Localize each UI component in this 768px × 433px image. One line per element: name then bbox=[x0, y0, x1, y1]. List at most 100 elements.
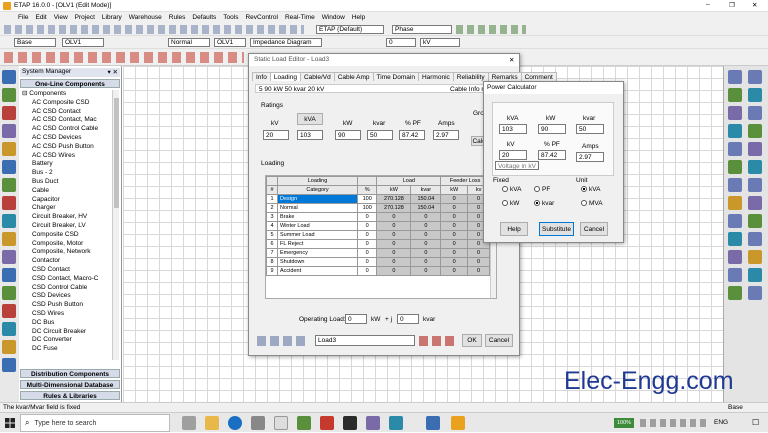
pc-kvar-field[interactable]: 50 bbox=[576, 124, 604, 134]
menu-help[interactable]: Help bbox=[352, 14, 365, 21]
tab-loading[interactable]: Loading bbox=[269, 72, 301, 81]
distribution-components-section[interactable]: Distribution Components bbox=[20, 369, 120, 378]
toolbox-icon[interactable] bbox=[728, 88, 742, 102]
toolbox-icon[interactable] bbox=[748, 124, 762, 138]
table-row[interactable]: 4 Winter Load 0 0 0 0 0 bbox=[266, 221, 490, 231]
row-category[interactable]: Design bbox=[277, 194, 359, 204]
row-percent[interactable]: 0 bbox=[357, 257, 378, 267]
system-tray-icons[interactable] bbox=[640, 419, 710, 427]
tree-item[interactable]: AC CSD Devices bbox=[22, 134, 110, 143]
menu-project[interactable]: Project bbox=[75, 14, 95, 21]
app-icon[interactable] bbox=[343, 416, 357, 430]
pc-kv-field[interactable]: 20 bbox=[499, 150, 527, 160]
toolbar-icons-1b[interactable] bbox=[456, 25, 526, 34]
row-category[interactable]: Emergency bbox=[277, 248, 359, 258]
row-percent[interactable]: 0 bbox=[357, 239, 378, 249]
table-row[interactable]: 8 Shutdown 0 0 0 0 0 bbox=[266, 257, 490, 267]
tree-item[interactable]: AC CSD Contact, Mac bbox=[22, 116, 110, 125]
close-button[interactable]: ✕ bbox=[752, 1, 757, 9]
toolbox-icon[interactable] bbox=[728, 250, 742, 264]
toolbox-icon[interactable] bbox=[748, 232, 762, 246]
toolbar-icons-1[interactable] bbox=[4, 25, 304, 34]
tree-item[interactable]: Contactor bbox=[22, 257, 110, 266]
menu-realtime[interactable]: Real-Time bbox=[285, 14, 315, 21]
row-category[interactable]: Summer Load bbox=[277, 230, 359, 240]
fixed-kvar-radio[interactable]: kvar bbox=[534, 200, 554, 207]
pc-pf-field[interactable]: 87.42 bbox=[538, 150, 566, 160]
toolbox-icon[interactable] bbox=[748, 214, 762, 228]
toolbox-icon[interactable] bbox=[728, 268, 742, 282]
tab-reliability[interactable]: Reliability bbox=[452, 72, 489, 81]
tab-comment[interactable]: Comment bbox=[520, 72, 557, 81]
app-icon[interactable] bbox=[451, 416, 465, 430]
toolbox-icon[interactable] bbox=[728, 232, 742, 246]
tree-item[interactable]: AC CSD Contact bbox=[22, 108, 110, 117]
fixed-kva-radio[interactable]: kVA bbox=[502, 186, 521, 193]
sle-ok-button[interactable]: OK bbox=[462, 334, 482, 347]
tree-item[interactable]: AC CSD Control Cable bbox=[22, 125, 110, 134]
folder-icon[interactable] bbox=[205, 416, 219, 430]
amps-field[interactable]: 2.97 bbox=[433, 130, 459, 140]
app-icon[interactable] bbox=[297, 416, 311, 430]
load-select[interactable]: Load3 bbox=[315, 335, 415, 346]
sle-cancel-button[interactable]: Cancel bbox=[485, 334, 513, 347]
table-row[interactable]: 7 Emergency 0 0 0 0 0 bbox=[266, 248, 490, 258]
app-icon[interactable] bbox=[366, 416, 380, 430]
sysmgr-tool-icon[interactable] bbox=[2, 304, 16, 318]
etap-taskbar-icon[interactable] bbox=[426, 416, 440, 430]
rating-header-kva-button[interactable]: kVA bbox=[297, 113, 323, 125]
sle-bottom-icons[interactable] bbox=[257, 336, 305, 346]
sle-nav-icons[interactable] bbox=[419, 336, 455, 346]
store-icon[interactable] bbox=[251, 416, 265, 430]
tree-item[interactable]: AC CSD Push Button bbox=[22, 143, 110, 152]
menu-window[interactable]: Window bbox=[322, 14, 345, 21]
start-button[interactable] bbox=[0, 413, 20, 433]
table-row[interactable]: 5 Summer Load 0 0 0 0 0 bbox=[266, 230, 490, 240]
tab-info[interactable]: Info bbox=[252, 72, 271, 81]
toolbox-icon[interactable] bbox=[728, 142, 742, 156]
toolbox-icon[interactable] bbox=[728, 214, 742, 228]
toolbox-icon[interactable] bbox=[728, 160, 742, 174]
zoom-value[interactable]: 0 bbox=[386, 38, 416, 47]
table-row[interactable]: 9 Accident 0 0 0 0 0 bbox=[266, 266, 490, 276]
row-percent[interactable]: 0 bbox=[357, 230, 378, 240]
menu-view[interactable]: View bbox=[54, 14, 68, 21]
row-category[interactable]: Accident bbox=[277, 266, 359, 276]
impedance-diagram-select[interactable]: Impedance Diagram bbox=[250, 38, 322, 47]
menu-edit[interactable]: Edit bbox=[35, 14, 46, 21]
toolbox-icon[interactable] bbox=[728, 196, 742, 210]
tree-item[interactable]: Cable bbox=[22, 187, 110, 196]
row-category[interactable]: Normal bbox=[277, 203, 359, 213]
toolbox-icon[interactable] bbox=[728, 106, 742, 120]
sysmgr-tool-icon[interactable] bbox=[2, 196, 16, 210]
tree-item[interactable]: CSD Contact, Macro-C bbox=[22, 275, 110, 284]
toolbox-icon[interactable] bbox=[728, 70, 742, 84]
notification-icon[interactable]: ☐ bbox=[752, 418, 759, 427]
unit-mva-radio[interactable]: MVA bbox=[581, 200, 603, 207]
kva-field[interactable]: 103 bbox=[297, 130, 323, 140]
tree-item[interactable]: Composite, Network bbox=[22, 248, 110, 257]
toolbox-icon[interactable] bbox=[748, 142, 762, 156]
pc-substitute-button[interactable]: Substitute bbox=[539, 222, 574, 236]
row-percent[interactable]: 100 bbox=[357, 194, 378, 204]
tree-item[interactable]: CSD Control Cable bbox=[22, 284, 110, 293]
toolbox-icon[interactable] bbox=[728, 178, 742, 192]
tab-time-domain[interactable]: Time Domain bbox=[372, 72, 419, 81]
pc-cancel-button[interactable]: Cancel bbox=[580, 222, 608, 236]
tab-harmonic[interactable]: Harmonic bbox=[417, 72, 454, 81]
fixed-kw-radio[interactable]: kW bbox=[502, 200, 519, 207]
toolbox-icon[interactable] bbox=[748, 88, 762, 102]
sysmgr-tool-icon[interactable] bbox=[2, 250, 16, 264]
row-category[interactable]: Shutdown bbox=[277, 257, 359, 267]
row-percent[interactable]: 100 bbox=[357, 203, 378, 213]
tree-item[interactable]: DC Circuit Breaker bbox=[22, 328, 110, 337]
olv-select[interactable]: OLV1 bbox=[62, 38, 104, 47]
unit-kva-radio[interactable]: kVA bbox=[581, 186, 600, 193]
tree-scrollbar[interactable] bbox=[112, 90, 119, 360]
tree-item[interactable]: Circuit Breaker, HV bbox=[22, 213, 110, 222]
sysmgr-tool-icon[interactable] bbox=[2, 232, 16, 246]
row-category[interactable]: Winter Load bbox=[277, 221, 359, 231]
menu-defaults[interactable]: Defaults bbox=[192, 14, 216, 21]
edge-icon[interactable] bbox=[228, 416, 242, 430]
tree-scrollbar-thumb[interactable] bbox=[114, 98, 119, 208]
